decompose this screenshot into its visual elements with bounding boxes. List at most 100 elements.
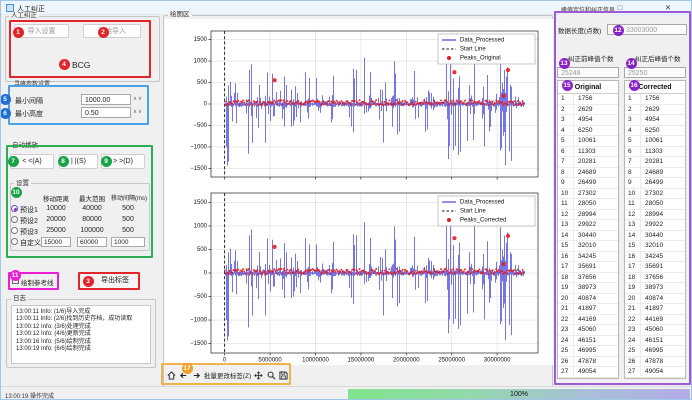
- peak-value: 35691: [641, 262, 663, 272]
- home-icon[interactable]: [167, 369, 176, 381]
- table-row[interactable]: 2546995: [625, 346, 685, 357]
- batch-change-labels-button[interactable]: 批量更改标签(Z): [204, 370, 251, 380]
- log-line: 13:00:16 Info: (5/6)绘制完成: [16, 339, 146, 346]
- signal-chart-canvas[interactable]: [164, 19, 553, 365]
- table-row[interactable]: 34954: [558, 115, 618, 126]
- table-row[interactable]: 22629: [558, 105, 618, 116]
- settings-group-label: 设置: [14, 180, 31, 187]
- table-row[interactable]: 2141897: [625, 304, 685, 315]
- table-row[interactable]: 1634245: [625, 252, 685, 263]
- table-row[interactable]: 1532010: [558, 241, 618, 252]
- table-row[interactable]: 2546995: [558, 346, 618, 357]
- peak-value: 28050: [574, 199, 596, 209]
- row-index: 5: [558, 136, 574, 146]
- table-row[interactable]: 611303: [558, 147, 618, 158]
- min-height-input[interactable]: [81, 107, 131, 118]
- table-row[interactable]: 1128050: [625, 199, 685, 210]
- table-row[interactable]: 720281: [558, 157, 618, 168]
- close-button[interactable]: ✕: [653, 2, 683, 14]
- table-row[interactable]: 2647878: [625, 357, 685, 368]
- corrected-peaks-table[interactable]: Corrected1175622629349544625051006161130…: [624, 80, 686, 379]
- table-row[interactable]: 1329922: [625, 220, 685, 231]
- table-row[interactable]: 1430440: [625, 231, 685, 242]
- table-row[interactable]: 720281: [625, 157, 685, 168]
- table-row[interactable]: 11756: [558, 94, 618, 105]
- row-index: 2: [625, 105, 641, 115]
- table-row[interactable]: 1735691: [625, 262, 685, 273]
- table-row[interactable]: 1938973: [625, 283, 685, 294]
- peak-value: 28994: [574, 210, 596, 220]
- custom-value-input[interactable]: [111, 237, 145, 247]
- row-index: 10: [625, 189, 641, 199]
- pan-icon[interactable]: [254, 369, 263, 381]
- zoom-icon[interactable]: [266, 369, 275, 381]
- table-row[interactable]: 611303: [625, 147, 685, 158]
- table-row[interactable]: 1228994: [558, 210, 618, 221]
- table-row[interactable]: 34954: [625, 115, 685, 126]
- preset-radio[interactable]: [11, 205, 18, 212]
- table-row[interactable]: 46250: [558, 126, 618, 137]
- peak-value: 6250: [574, 126, 592, 136]
- table-row[interactable]: 1735691: [558, 262, 618, 273]
- table-row[interactable]: 11756: [625, 94, 685, 105]
- table-row[interactable]: 1228994: [625, 210, 685, 221]
- table-row[interactable]: 510061: [558, 136, 618, 147]
- table-row[interactable]: 2141897: [558, 304, 618, 315]
- table-row[interactable]: 1837656: [558, 273, 618, 284]
- row-index: 4: [558, 126, 574, 136]
- row-index: 11: [558, 199, 574, 209]
- preset-radio[interactable]: [11, 216, 18, 223]
- row-index: 7: [625, 157, 641, 167]
- table-row[interactable]: 2749054: [558, 367, 618, 378]
- table-row[interactable]: 46250: [625, 126, 685, 137]
- table-row[interactable]: 2345060: [625, 325, 685, 336]
- annotation-badge-9: 9: [101, 156, 112, 167]
- table-row[interactable]: 1430440: [558, 231, 618, 242]
- forward-arrow-icon[interactable]: [192, 369, 201, 381]
- log-box[interactable]: 13:00:11 Info: (1/6)导入完成13:00:11 Info: (…: [11, 305, 151, 364]
- log-line: 13:00:12 Info: (4/6)更新完成: [16, 331, 146, 338]
- table-row[interactable]: 1837656: [625, 273, 685, 284]
- table-row[interactable]: 1128050: [558, 199, 618, 210]
- table-row[interactable]: 2040874: [625, 294, 685, 305]
- table-row[interactable]: 824689: [558, 168, 618, 179]
- min-height-spinner[interactable]: ∧∨: [133, 109, 143, 115]
- table-row[interactable]: 2446151: [625, 336, 685, 347]
- preset-value: 40000: [76, 205, 108, 212]
- table-row[interactable]: 1938973: [558, 283, 618, 294]
- preset-radio[interactable]: [11, 238, 18, 245]
- preset-radio[interactable]: [11, 227, 18, 234]
- table-row[interactable]: 1329922: [558, 220, 618, 231]
- table-row[interactable]: 1532010: [625, 241, 685, 252]
- table-row[interactable]: 22629: [625, 105, 685, 116]
- table-row[interactable]: 1027302: [625, 189, 685, 200]
- table-row[interactable]: 824689: [625, 168, 685, 179]
- peak-value: 34245: [574, 252, 596, 262]
- peak-params-label: 寻峰参数设置: [12, 82, 52, 89]
- custom-value-input[interactable]: [41, 237, 71, 247]
- preset-row: 自定义: [10, 237, 152, 248]
- before-count-label: 纠正前峰值个数: [568, 53, 614, 63]
- table-row[interactable]: 1027302: [558, 189, 618, 200]
- table-row[interactable]: 926499: [625, 178, 685, 189]
- table-row[interactable]: 2040874: [558, 294, 618, 305]
- table-row[interactable]: 926499: [558, 178, 618, 189]
- table-row[interactable]: 2446151: [558, 336, 618, 347]
- table-row[interactable]: 2345060: [558, 325, 618, 336]
- table-row[interactable]: 1634245: [558, 252, 618, 263]
- table-row[interactable]: 2749054: [625, 367, 685, 378]
- min-interval-spinner[interactable]: ∧∨: [133, 96, 143, 102]
- min-interval-input[interactable]: [81, 94, 131, 105]
- table-row[interactable]: 2244169: [625, 315, 685, 326]
- table-row[interactable]: 510061: [625, 136, 685, 147]
- signal-type-label: BCG: [72, 60, 90, 70]
- save-icon[interactable]: [279, 369, 288, 381]
- row-index: 6: [625, 147, 641, 157]
- table-row[interactable]: 2647878: [558, 357, 618, 368]
- custom-value-input[interactable]: [77, 237, 107, 247]
- original-peaks-table[interactable]: Original11756226293495446250510061611303…: [557, 80, 619, 379]
- peak-value: 46995: [574, 346, 596, 356]
- start-import-button[interactable]: 开始导入: [83, 24, 141, 38]
- peak-value: 26499: [641, 178, 663, 188]
- table-row[interactable]: 2244169: [558, 315, 618, 326]
